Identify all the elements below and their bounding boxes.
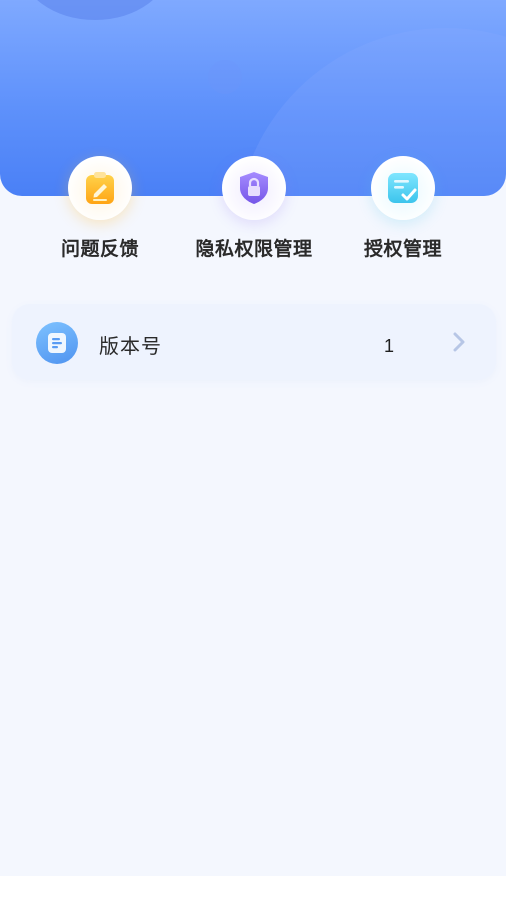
- feedback-label: 问题反馈: [60, 238, 139, 260]
- feedback-button[interactable]: 问题反馈: [25, 156, 175, 261]
- authorization-button[interactable]: 授权管理: [328, 156, 478, 261]
- decor-circle: [208, 60, 242, 94]
- decor-circle: [20, 0, 170, 20]
- version-row[interactable]: 版本号 1: [12, 304, 496, 380]
- page: 问题反馈 隐私权限管理 授权管理 版本号 1: [0, 0, 506, 876]
- clipboard-edit-icon: [86, 172, 114, 204]
- checklist-icon: [388, 173, 418, 203]
- authorization-label: 授权管理: [363, 238, 442, 260]
- privacy-permissions-label: 隐私权限管理: [195, 238, 313, 260]
- chevron-right-icon: [453, 332, 465, 352]
- document-icon: [36, 322, 78, 364]
- feedback-icon-wrap: [68, 156, 132, 220]
- privacy-permissions-button[interactable]: 隐私权限管理: [179, 156, 329, 261]
- version-value: 1: [384, 336, 395, 356]
- bottom-strip: [0, 876, 506, 900]
- authorization-icon-wrap: [371, 156, 435, 220]
- shield-lock-icon: [240, 172, 268, 204]
- privacy-icon-wrap: [222, 156, 286, 220]
- version-label: 版本号: [99, 334, 162, 358]
